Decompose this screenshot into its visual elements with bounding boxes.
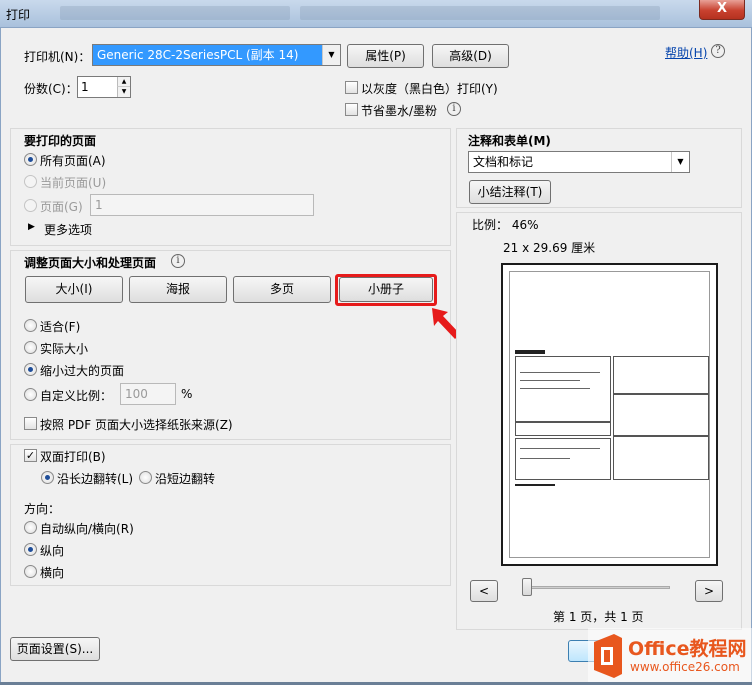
office26-logo: Office教程网 www.office26.com [588,628,752,682]
preview-line [520,380,580,381]
preview-page [501,263,718,566]
copies-stepper[interactable]: 1 ▲ ▼ [77,76,131,98]
custom-scale-label: 自定义比例： [40,389,113,403]
custom-scale-value: 100 [125,387,148,401]
preview-line [520,372,600,373]
choose-paper-label: 按照 PDF 页面大小选择纸张来源(Z) [40,418,233,432]
logo-brand-text: Office教程网 [628,638,747,660]
preview-page-content [509,271,710,558]
close-icon: X [716,1,728,16]
info-icon[interactable]: i [171,254,185,268]
paper-size-label: 21 x 29.69 厘米 [503,241,596,255]
comments-forms-select[interactable]: 文档和标记 ▼ [468,151,690,173]
title-bar-ghost [300,6,660,20]
printer-select-value: Generic 28C-2SeriesPCL (副本 14) [97,48,299,62]
prev-page-button[interactable]: < [470,580,498,602]
duplex-checkbox[interactable]: ✓ [24,449,37,462]
pages-range-value: 1 [95,198,103,212]
summarize-comments-button[interactable]: 小结注释(T) [469,180,551,204]
preview-mark [515,484,555,486]
window-title: 打印 [6,8,31,22]
auto-orientation-label: 自动纵向/横向(R) [40,522,134,536]
short-edge-radio[interactable] [139,471,152,484]
duplex-orientation-panel [10,444,451,586]
orientation-heading: 方向： [24,502,61,516]
chevron-down-icon[interactable]: ▼ [671,152,689,172]
shrink-label: 缩小过大的页面 [40,364,125,378]
long-edge-label: 沿长边翻转(L) [57,472,134,486]
printer-label: 打印机(N)： [24,50,91,64]
grayscale-label: 以灰度（黑白色）打印(Y) [361,82,498,96]
tab-multiple[interactable]: 多页 [233,276,331,303]
chevron-down-icon[interactable]: ▼ [322,45,340,65]
preview-block [613,436,709,480]
page-count-label: 第 1 页，共 1 页 [553,610,644,624]
page-sizing-heading: 调整页面大小和处理页面 [24,256,157,270]
next-page-button[interactable]: > [695,580,723,602]
pages-range-label: 页面(G) [40,200,83,214]
landscape-label: 横向 [40,566,65,580]
fit-radio[interactable] [24,319,37,332]
copies-value: 1 [81,80,89,94]
all-pages-label: 所有页面(A) [40,154,106,168]
custom-scale-input[interactable]: 100 [120,383,176,405]
properties-button[interactable]: 属性(P) [347,44,424,68]
duplex-label: 双面打印(B) [40,450,106,464]
preview-block [515,356,611,422]
expand-triangle-icon[interactable]: ▶ [28,222,35,232]
long-edge-radio[interactable] [41,471,54,484]
preview-mark [515,350,545,354]
grayscale-checkbox[interactable] [345,81,358,94]
custom-scale-radio[interactable] [24,388,37,401]
highlight-box [335,274,437,306]
preview-block [515,422,611,436]
title-bar-ghost [60,6,290,20]
copies-label: 份数(C)： [24,82,78,96]
comments-forms-heading: 注释和表单(M) [468,134,551,148]
choose-paper-checkbox[interactable] [24,417,37,430]
stepper-down-icon[interactable]: ▼ [117,87,130,97]
more-options-link[interactable]: 更多选项 [44,221,92,238]
shrink-radio[interactable] [24,363,37,376]
title-bar: 打印 X [0,0,752,28]
pages-to-print-heading: 要打印的页面 [24,134,97,148]
tab-poster[interactable]: 海报 [129,276,227,303]
short-edge-label: 沿短边翻转 [155,472,216,486]
comments-forms-value: 文档和标记 [473,155,534,169]
save-ink-checkbox[interactable] [345,103,358,116]
page-setup-button[interactable]: 页面设置(S)... [10,637,100,661]
pages-range-radio[interactable] [24,199,37,212]
portrait-label: 纵向 [40,544,65,558]
advanced-button[interactable]: 高级(D) [432,44,509,68]
logo-url-text: www.office26.com [630,660,740,674]
preview-block [515,438,611,480]
preview-block [613,394,709,436]
save-ink-label: 节省墨水/墨粉 [361,104,438,118]
actual-size-radio[interactable] [24,341,37,354]
help-icon[interactable]: ? [711,44,725,58]
stepper-up-icon[interactable]: ▲ [117,77,130,87]
page-slider-track[interactable] [528,586,670,589]
preview-block [613,356,709,394]
current-page-radio[interactable] [24,175,37,188]
printer-select[interactable]: Generic 28C-2SeriesPCL (副本 14) ▼ [92,44,341,66]
preview-line [520,458,570,459]
tab-size[interactable]: 大小(I) [25,276,123,303]
pages-range-input[interactable]: 1 [90,194,314,216]
fit-label: 适合(F) [40,320,81,334]
close-button[interactable]: X [699,0,745,20]
help-link[interactable]: 帮助(H) [665,44,707,61]
all-pages-radio[interactable] [24,153,37,166]
page-slider-thumb[interactable] [522,578,532,596]
portrait-radio[interactable] [24,543,37,556]
info-icon[interactable]: i [447,102,461,116]
auto-orientation-radio[interactable] [24,521,37,534]
actual-size-label: 实际大小 [40,342,89,356]
scale-label: 比例： 46% [472,218,539,232]
preview-line [520,448,600,449]
current-page-label: 当前页面(U) [40,176,107,190]
preview-line [520,388,590,389]
percent-label: % [181,387,193,401]
landscape-radio[interactable] [24,565,37,578]
